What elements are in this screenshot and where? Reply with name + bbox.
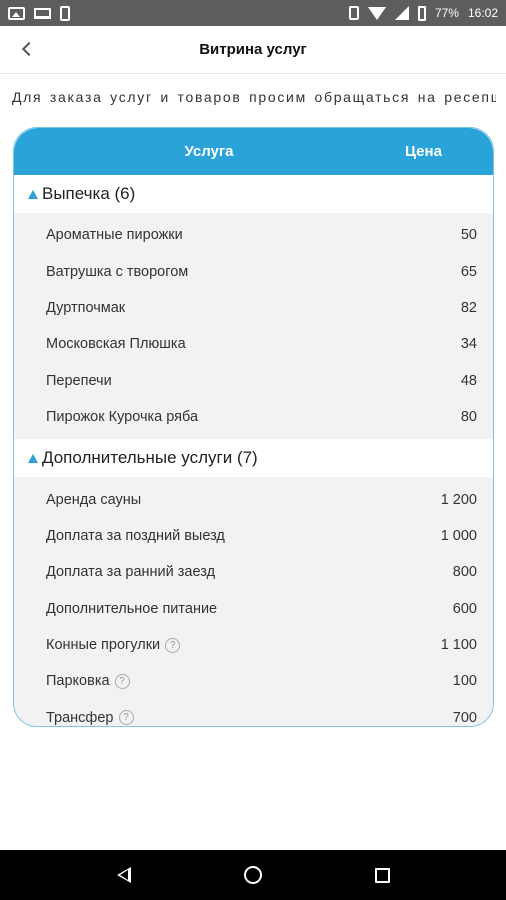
service-price: 65 bbox=[460, 263, 477, 280]
wifi-icon bbox=[367, 6, 386, 20]
groups-container: Выпечка (6) Ароматные пирожки 50 Ватрушка с… bbox=[14, 175, 493, 726]
group-title: Выпечка (6) bbox=[42, 184, 136, 203]
service-group: Выпечка (6) Ароматные пирожки 50 Ватрушка с… bbox=[14, 175, 493, 440]
service-row[interactable]: Аренда сауны 1 200 bbox=[14, 481, 493, 517]
service-row[interactable]: Ароматные пирожки 50 bbox=[14, 217, 493, 253]
service-name-wrap: Парковка? bbox=[46, 673, 130, 689]
service-name: Трансфер bbox=[46, 709, 114, 726]
battery-icon bbox=[417, 5, 426, 21]
service-row[interactable]: Парковка? 100 bbox=[14, 663, 493, 699]
service-name-wrap: Дополнительное питание bbox=[46, 601, 217, 617]
vibrate-icon bbox=[348, 6, 359, 20]
service-price: 1 100 bbox=[440, 637, 477, 654]
service-group: Дополнительные услуги (7) Аренда сауны 1 2… bbox=[14, 439, 493, 726]
column-header-price: Цена bbox=[405, 143, 442, 160]
service-price: 34 bbox=[460, 336, 477, 353]
phone-icon bbox=[60, 5, 70, 21]
group-title: Дополнительные услуги (7) bbox=[42, 448, 258, 468]
page-title: Витрина услуг bbox=[199, 41, 307, 58]
service-price: 1 200 bbox=[440, 491, 477, 508]
service-row[interactable]: Дуртпочмак 82 bbox=[14, 290, 493, 326]
service-name-wrap: Доплата за ранний заезд bbox=[46, 564, 215, 580]
service-price: 80 bbox=[460, 409, 477, 426]
service-row[interactable]: Московская Плюшка 34 bbox=[14, 326, 493, 362]
chevron-left-icon bbox=[21, 41, 37, 57]
service-name-wrap: Дуртпочмак bbox=[46, 300, 125, 316]
service-name-wrap: Аренда сауны bbox=[46, 492, 141, 508]
service-row[interactable]: Дополнительное питание 600 bbox=[14, 591, 493, 627]
service-row[interactable]: Доплата за поздний выезд 1 000 bbox=[14, 518, 493, 554]
app-header: Витрина услуг bbox=[0, 26, 506, 74]
nav-back-icon[interactable] bbox=[116, 867, 131, 883]
service-name: Парковка bbox=[46, 673, 110, 690]
service-name-wrap: Московская Плюшка bbox=[46, 336, 186, 352]
service-name-wrap: Перепечи bbox=[46, 373, 112, 389]
service-name: Дополнительное питание bbox=[46, 600, 218, 617]
service-name-wrap: Ватрушка с творогом bbox=[46, 264, 188, 280]
triangle-up-icon bbox=[28, 453, 38, 463]
help-icon[interactable]: ? bbox=[118, 710, 134, 726]
status-bar: 77% 16:02 bbox=[0, 0, 506, 26]
signal-icon bbox=[394, 6, 409, 20]
service-name-wrap: Трансфер? bbox=[46, 710, 134, 726]
service-price: 600 bbox=[452, 600, 477, 617]
service-row[interactable]: Конные прогулки? 1 100 bbox=[14, 627, 493, 663]
nav-recents-icon[interactable] bbox=[374, 867, 390, 883]
group-items: Аренда сауны 1 200 Доплата за поздний выез… bbox=[14, 477, 493, 726]
service-name: Московская Плюшка bbox=[46, 336, 186, 353]
service-name-wrap: Конные прогулки? bbox=[46, 637, 181, 654]
service-name-wrap: Доплата за поздний выезд bbox=[46, 528, 225, 544]
help-icon[interactable]: ? bbox=[165, 637, 181, 653]
service-name: Ароматные пирожки bbox=[46, 227, 183, 244]
battery-level: 77% bbox=[434, 6, 459, 20]
clock: 16:02 bbox=[467, 6, 498, 20]
service-row[interactable]: Доплата за ранний заезд 800 bbox=[14, 554, 493, 590]
service-row[interactable]: Пирожок Курочка ряба 80 bbox=[14, 399, 493, 435]
service-price: 50 bbox=[460, 227, 477, 244]
status-left bbox=[8, 5, 70, 21]
service-name: Дуртпочмак bbox=[46, 299, 126, 316]
service-name-wrap: Ароматные пирожки bbox=[46, 227, 183, 243]
table-header: Услуга Цена bbox=[14, 128, 493, 175]
services-table: Услуга Цена Выпечка (6) Ароматные пирожки… bbox=[13, 127, 494, 727]
service-price: 1 000 bbox=[440, 527, 477, 544]
group-header[interactable]: Выпечка (6) bbox=[14, 175, 493, 213]
image-icon bbox=[8, 6, 25, 20]
service-name: Доплата за поздний выезд bbox=[46, 527, 225, 544]
help-icon[interactable]: ? bbox=[114, 673, 130, 689]
service-name: Аренда сауны bbox=[46, 491, 142, 508]
service-name: Перепечи bbox=[46, 372, 112, 389]
service-row[interactable]: Ватрушка с творогом 65 bbox=[14, 253, 493, 289]
service-price: 800 bbox=[452, 564, 477, 581]
service-price: 700 bbox=[452, 709, 477, 726]
group-items: Ароматные пирожки 50 Ватрушка с творогом 65… bbox=[14, 213, 493, 440]
service-price: 100 bbox=[452, 673, 477, 690]
column-header-service: Услуга bbox=[184, 143, 234, 160]
nav-home-icon[interactable] bbox=[243, 866, 262, 884]
service-price: 82 bbox=[460, 299, 477, 316]
triangle-up-icon bbox=[28, 189, 38, 199]
service-price: 48 bbox=[460, 372, 477, 389]
service-row[interactable]: Трансфер? 700 bbox=[14, 700, 493, 726]
group-header[interactable]: Дополнительные услуги (7) bbox=[14, 439, 493, 478]
service-name: Доплата за ранний заезд bbox=[46, 564, 216, 581]
service-name: Пирожок Курочка ряба bbox=[46, 409, 199, 426]
back-button[interactable] bbox=[12, 34, 42, 64]
navigation-bar bbox=[0, 850, 506, 900]
service-name: Конные прогулки bbox=[46, 637, 161, 654]
service-name-wrap: Пирожок Курочка ряба bbox=[46, 409, 198, 425]
service-row[interactable]: Перепечи 48 bbox=[14, 363, 493, 399]
status-right: 77% 16:02 bbox=[348, 5, 498, 21]
info-text: Для заказа услуг и товаров просим обраща… bbox=[12, 89, 496, 105]
service-name: Ватрушка с творогом bbox=[46, 263, 189, 280]
laptop-icon bbox=[34, 7, 51, 19]
